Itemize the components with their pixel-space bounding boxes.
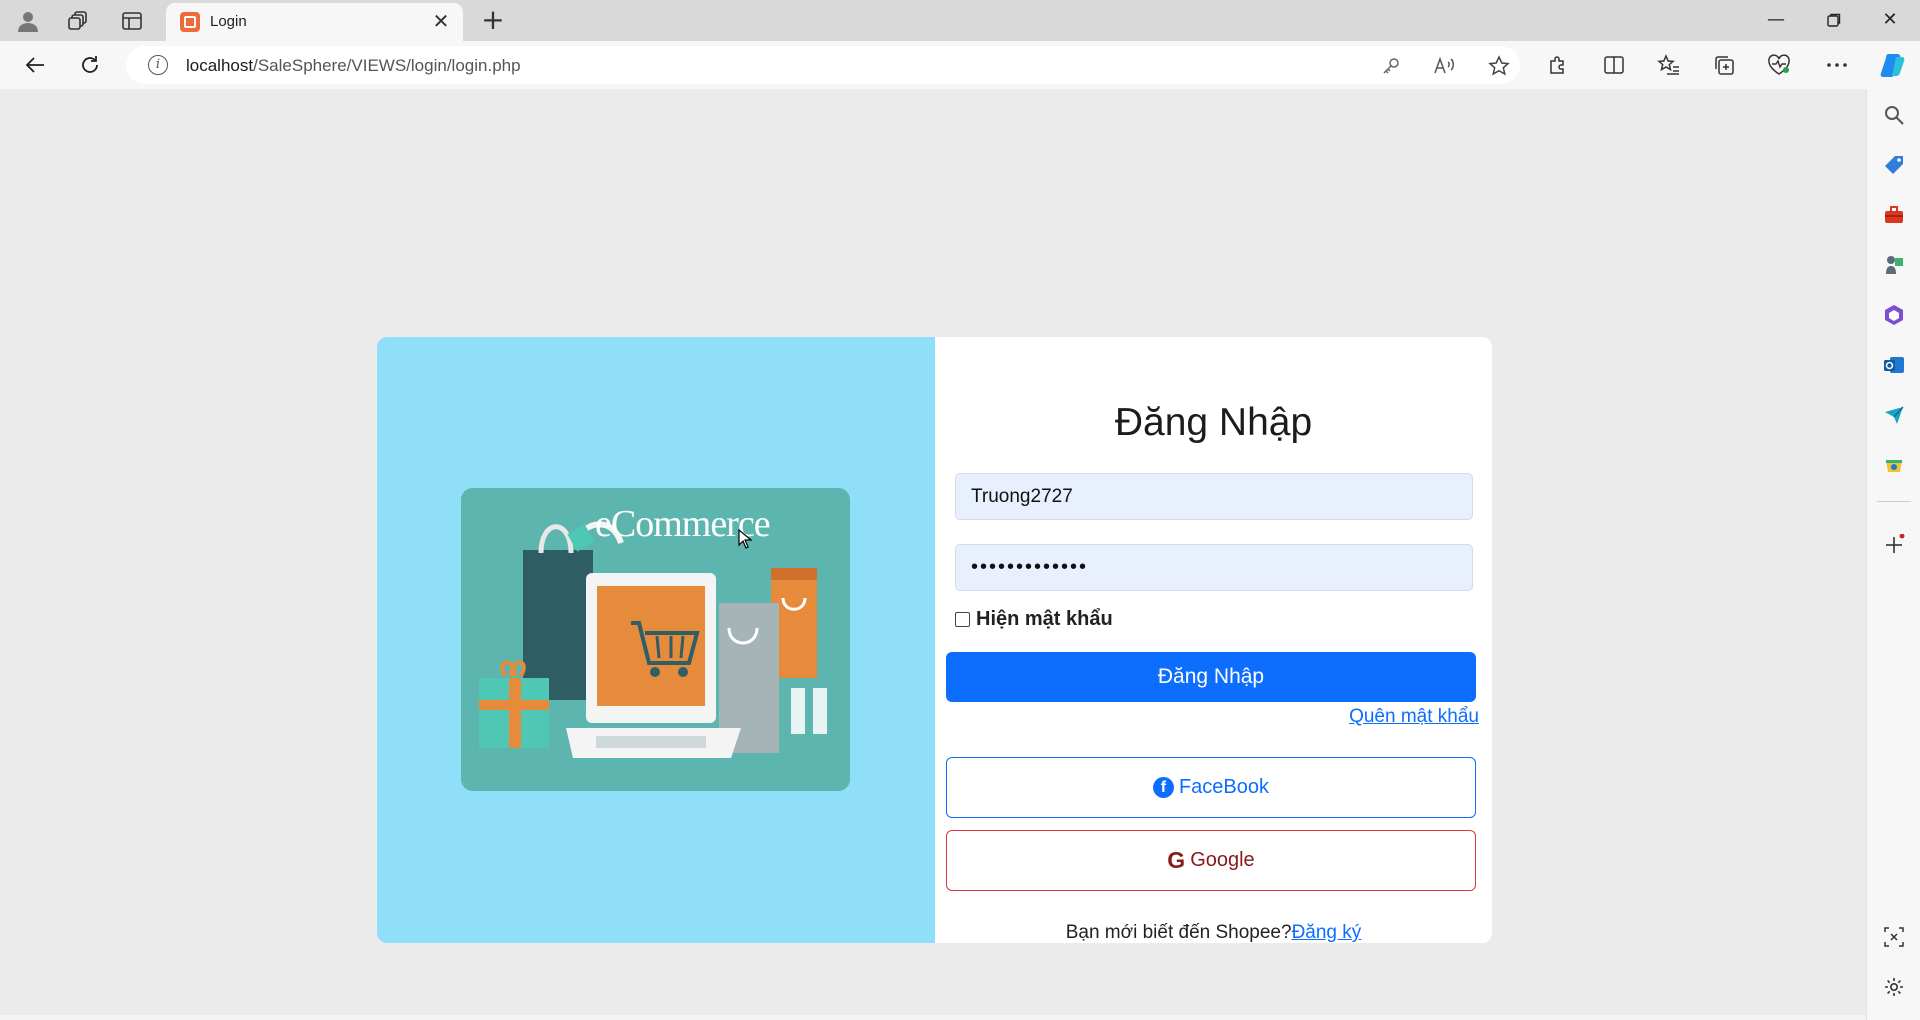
close-tab-icon[interactable]: ✕ xyxy=(429,10,453,34)
browser-toolbar: i localhost/SaleSphere/VIEWS/login/login… xyxy=(0,41,1920,89)
profile-icon[interactable] xyxy=(14,7,42,35)
facebook-login-button[interactable]: f FaceBook xyxy=(946,757,1476,818)
settings-icon[interactable] xyxy=(1882,975,1906,999)
refresh-icon[interactable] xyxy=(74,49,106,81)
login-card: eCommerce Đăng Nhập Truong2727 •••••••••… xyxy=(377,337,1492,943)
signup-prompt: Bạn mới biết đến Shopee? xyxy=(1065,922,1292,943)
url-text: localhost/SaleSphere/VIEWS/login/login.p… xyxy=(186,56,521,75)
info-icon[interactable]: i xyxy=(148,55,168,75)
browser-tab[interactable]: Login ✕ xyxy=(166,3,463,41)
shopping-icon[interactable] xyxy=(1882,153,1906,177)
favorites-icon[interactable] xyxy=(1653,49,1685,81)
google-login-button[interactable]: G Google xyxy=(946,830,1476,891)
password-input[interactable]: ••••••••••••• xyxy=(955,544,1473,591)
tab-title: Login xyxy=(210,13,247,30)
drop-icon[interactable] xyxy=(1882,453,1906,477)
workspaces-icon[interactable] xyxy=(64,7,92,35)
show-password-label[interactable]: Hiện mật khẩu xyxy=(976,608,1113,631)
microsoft365-icon[interactable] xyxy=(1882,303,1906,327)
collections-icon[interactable] xyxy=(1708,49,1740,81)
screenshot-icon[interactable] xyxy=(1882,925,1906,949)
mouse-cursor-icon xyxy=(738,529,752,549)
ecommerce-illustration: eCommerce xyxy=(461,488,850,791)
new-tab-icon[interactable]: + xyxy=(478,6,508,36)
more-icon[interactable] xyxy=(1821,49,1853,81)
restore-icon[interactable] xyxy=(1814,4,1854,36)
edge-sidebar xyxy=(1866,89,1920,1020)
add-icon[interactable] xyxy=(1882,533,1906,557)
google-button-label: Google xyxy=(1190,849,1255,871)
send-icon[interactable] xyxy=(1882,403,1906,427)
extensions-icon[interactable] xyxy=(1542,49,1574,81)
xampp-favicon-icon xyxy=(180,12,200,32)
show-password-row[interactable]: Hiện mật khẩu xyxy=(955,607,1113,631)
signup-link[interactable]: Đăng ký xyxy=(1292,922,1362,943)
read-aloud-icon[interactable] xyxy=(1431,53,1457,79)
search-icon[interactable] xyxy=(1882,103,1906,127)
hero-panel: eCommerce xyxy=(377,337,935,943)
login-title: Đăng Nhập xyxy=(1114,401,1313,444)
forgot-password-link[interactable]: Quên mật khẩu xyxy=(1343,706,1479,728)
facebook-button-label: FaceBook xyxy=(1178,776,1270,798)
tab-actions-icon[interactable] xyxy=(118,7,146,35)
show-password-checkbox[interactable] xyxy=(955,611,970,627)
title-bar: Login ✕ + — ✕ xyxy=(0,0,1920,41)
google-icon: G xyxy=(1167,847,1186,873)
games-icon[interactable] xyxy=(1882,253,1906,277)
split-screen-icon[interactable] xyxy=(1598,49,1630,81)
favorite-star-icon[interactable] xyxy=(1486,53,1512,79)
browser-essentials-icon[interactable] xyxy=(1763,49,1795,81)
key-icon[interactable] xyxy=(1378,53,1404,79)
page-viewport: eCommerce Đăng Nhập Truong2727 •••••••••… xyxy=(0,89,1866,1015)
facebook-icon: f xyxy=(1152,777,1174,798)
sidebar-separator xyxy=(1877,501,1911,502)
username-input[interactable]: Truong2727 xyxy=(955,473,1473,520)
minimize-icon[interactable]: — xyxy=(1756,4,1796,36)
copilot-icon[interactable] xyxy=(1877,49,1909,81)
close-window-icon[interactable]: ✕ xyxy=(1870,4,1910,36)
outlook-icon[interactable] xyxy=(1882,353,1906,377)
address-bar[interactable]: i localhost/SaleSphere/VIEWS/login/login… xyxy=(126,46,1520,84)
login-button[interactable]: Đăng Nhập xyxy=(946,652,1476,702)
back-icon[interactable] xyxy=(19,49,51,81)
signup-row: Bạn mới biết đến Shopee?Đăng ký xyxy=(935,922,1492,943)
tools-icon[interactable] xyxy=(1882,203,1906,227)
